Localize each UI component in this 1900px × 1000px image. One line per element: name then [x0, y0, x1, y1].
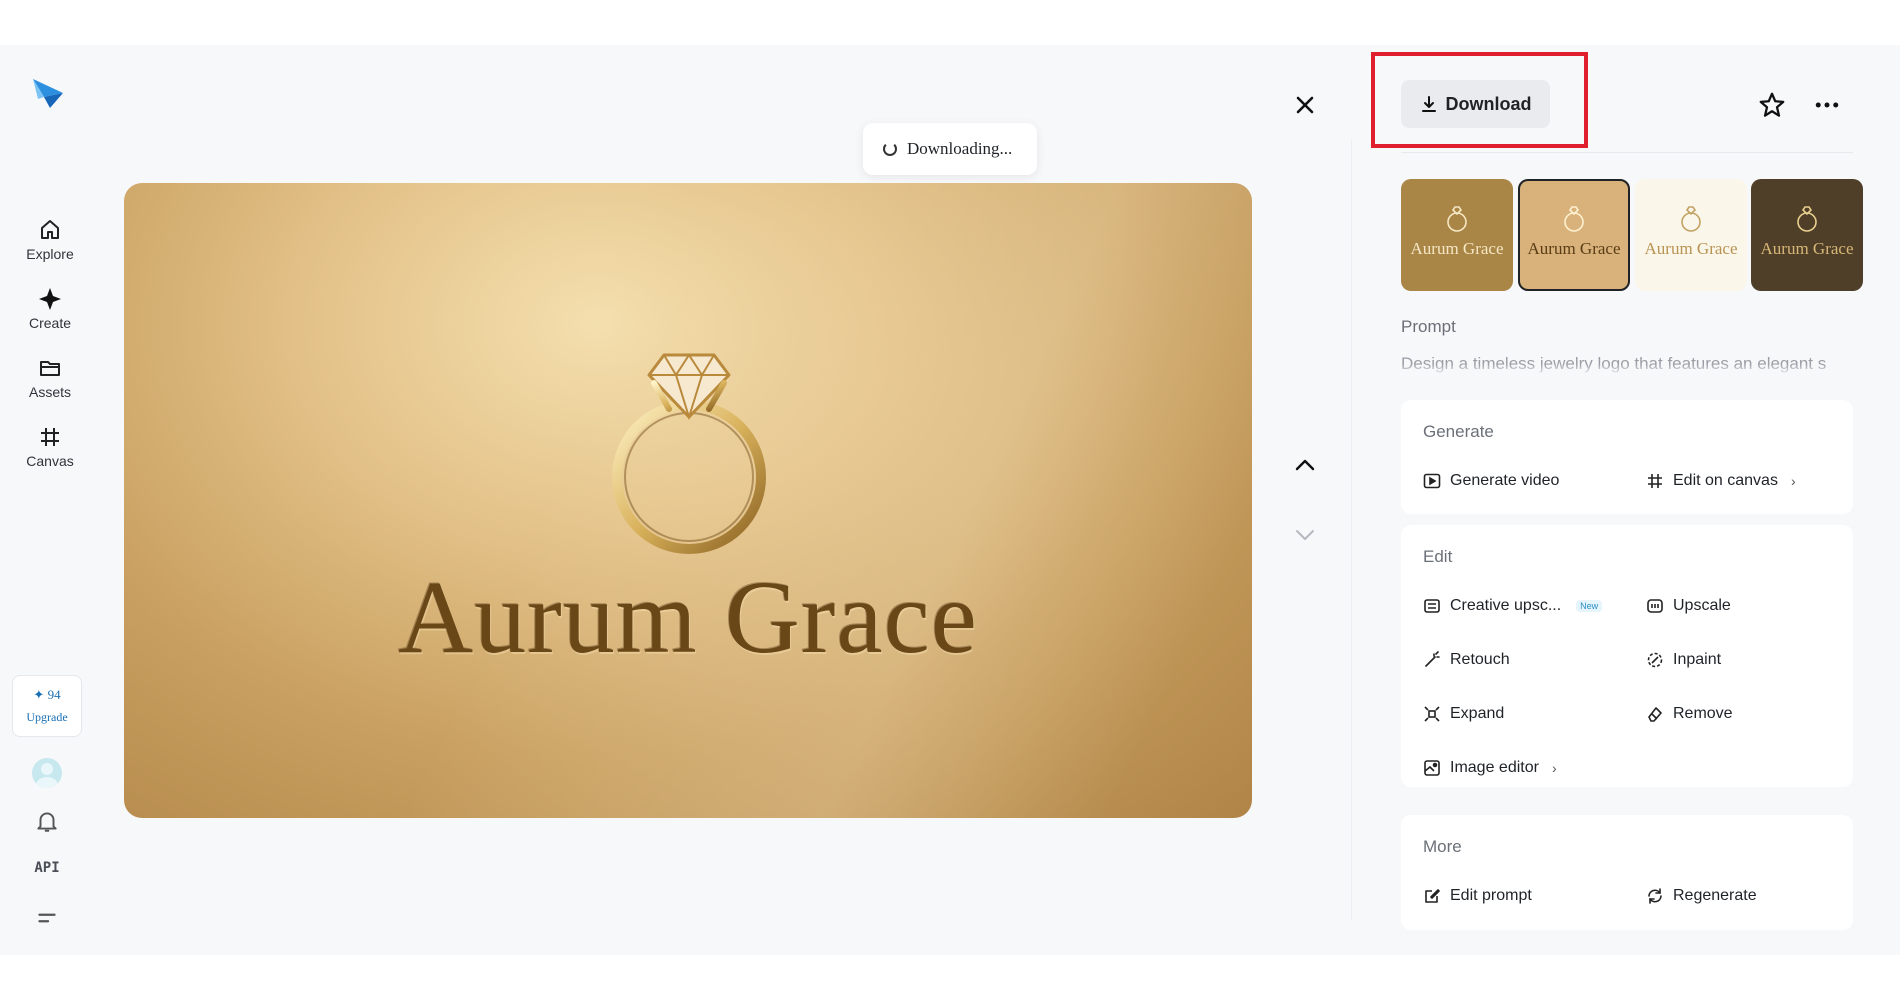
prompt-text[interactable]: Design a timeless jewelry logo that feat… [1401, 354, 1853, 376]
left-sidebar: Explore Create Assets Canvas ✦ 94 Upgrad… [0, 45, 100, 955]
generate-section: Generate Generate video Edit on canvas › [1401, 400, 1853, 514]
inpaint-button[interactable]: Inpaint [1646, 651, 1721, 669]
inpaint-icon [1647, 652, 1663, 668]
sidebar-item-assets[interactable]: Assets [10, 356, 90, 416]
app-window: Explore Create Assets Canvas ✦ 94 Upgrad… [0, 45, 1900, 955]
more-options-icon[interactable] [1812, 90, 1842, 120]
bell-icon[interactable] [34, 808, 60, 834]
credits-count: ✦ 94 [33, 687, 61, 702]
prompt-heading: Prompt [1401, 317, 1456, 336]
ring-icon [1447, 206, 1467, 232]
section-title: More [1423, 837, 1462, 856]
credits-upgrade-card[interactable]: ✦ 94 Upgrade [12, 675, 82, 737]
upscale-button[interactable]: Upscale [1646, 597, 1731, 615]
sidebar-item-label: Create [28, 315, 72, 331]
ring-logo-icon [612, 353, 766, 554]
sparkle-icon [39, 288, 61, 310]
upgrade-link[interactable]: Upgrade [13, 710, 81, 725]
edit-section: Edit Creative upsc... New Upscale Retouc… [1401, 525, 1853, 787]
thumbnail-label: Aurum Grace [1410, 239, 1504, 258]
action-label: Remove [1673, 705, 1733, 722]
api-link[interactable]: API [26, 860, 68, 876]
sidebar-item-explore[interactable]: Explore [10, 218, 90, 278]
thumbnail-label: Aurum Grace [1644, 239, 1738, 258]
sidebar-item-label: Explore [26, 246, 74, 262]
ring-icon [1564, 206, 1584, 232]
new-badge: New [1576, 600, 1603, 612]
action-label: Edit prompt [1450, 887, 1532, 904]
action-label: Retouch [1450, 651, 1510, 668]
download-icon [1421, 96, 1436, 112]
thumbnail-label: Aurum Grace [1527, 239, 1621, 258]
chevron-up-icon[interactable] [1290, 450, 1320, 480]
image-editor-icon [1424, 760, 1440, 776]
thumbnail-1[interactable]: Aurum Grace [1401, 179, 1513, 291]
action-label: Expand [1450, 705, 1505, 722]
sidebar-item-canvas[interactable]: Canvas [10, 425, 90, 485]
panel-divider [1351, 140, 1352, 920]
image-brand-text: Aurum Grace [398, 560, 978, 675]
magic-wand-icon [1425, 651, 1440, 667]
expand-icon [1424, 706, 1440, 722]
image-editor-button[interactable]: Image editor › [1423, 759, 1557, 777]
folder-icon [40, 361, 60, 376]
header-divider [1401, 152, 1853, 153]
section-title: Generate [1423, 422, 1494, 441]
action-label: Image editor [1450, 759, 1539, 776]
section-title: Edit [1423, 547, 1453, 566]
thumbnail-4[interactable]: Aurum Grace [1751, 179, 1863, 291]
eraser-icon [1648, 707, 1662, 722]
creative-upscale-icon [1424, 599, 1440, 613]
edit-prompt-icon [1425, 889, 1440, 903]
action-label: Generate video [1450, 472, 1560, 489]
more-section: More Edit prompt Regenerate [1401, 815, 1853, 930]
thumbnail-3[interactable]: Aurum Grace [1635, 179, 1747, 291]
sidebar-item-label: Assets [28, 384, 71, 400]
ring-icon [1681, 206, 1701, 232]
home-icon [41, 220, 59, 239]
ring-icon [1797, 206, 1817, 232]
play-icon [1423, 473, 1441, 489]
action-label: Creative upsc... [1450, 597, 1562, 614]
menu-icon[interactable] [34, 905, 60, 931]
retouch-button[interactable]: Retouch [1423, 651, 1510, 669]
toast-text: Downloading... [907, 139, 1013, 158]
download-label: Download [1445, 93, 1532, 114]
creative-upscale-button[interactable]: Creative upsc... New [1423, 597, 1603, 615]
star-icon[interactable] [1757, 90, 1787, 120]
upscale-icon [1647, 599, 1663, 613]
canvas-icon [1648, 474, 1662, 488]
chevron-right-icon: › [1790, 473, 1796, 489]
regenerate-icon [1648, 888, 1662, 904]
expand-button[interactable]: Expand [1423, 705, 1504, 723]
generated-image[interactable]: Aurum Grace [124, 183, 1252, 818]
download-button[interactable]: Download [1401, 80, 1550, 128]
edit-on-canvas-button[interactable]: Edit on canvas › [1646, 472, 1796, 490]
generate-video-button[interactable]: Generate video [1423, 472, 1559, 490]
avatar[interactable] [32, 758, 62, 788]
action-label: Regenerate [1673, 887, 1757, 904]
thumbnail-label: Aurum Grace [1760, 239, 1854, 258]
sidebar-item-create[interactable]: Create [10, 287, 90, 347]
action-label: Upscale [1673, 597, 1731, 614]
app-logo-icon[interactable] [30, 75, 66, 111]
downloading-toast: Downloading... [863, 123, 1037, 175]
close-icon[interactable] [1290, 90, 1320, 120]
remove-button[interactable]: Remove [1646, 705, 1733, 723]
spinner-icon [883, 142, 897, 156]
thumbnail-2[interactable]: Aurum Grace [1518, 179, 1630, 291]
action-label: Inpaint [1673, 651, 1722, 668]
action-label: Edit on canvas [1673, 472, 1778, 489]
edit-prompt-button[interactable]: Edit prompt [1423, 887, 1532, 905]
regenerate-button[interactable]: Regenerate [1646, 887, 1757, 905]
chevron-down-icon[interactable] [1290, 520, 1320, 550]
chevron-right-icon: › [1551, 760, 1557, 776]
sidebar-item-label: Canvas [26, 453, 74, 469]
canvas-icon [41, 428, 59, 446]
